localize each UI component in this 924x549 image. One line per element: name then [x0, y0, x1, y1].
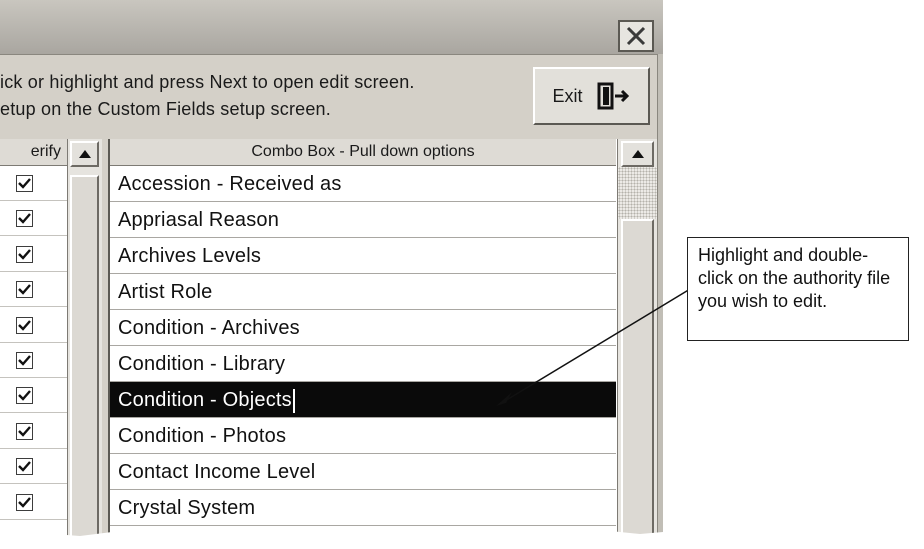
instruction-callout: Highlight and double-click on the author… — [687, 237, 909, 341]
